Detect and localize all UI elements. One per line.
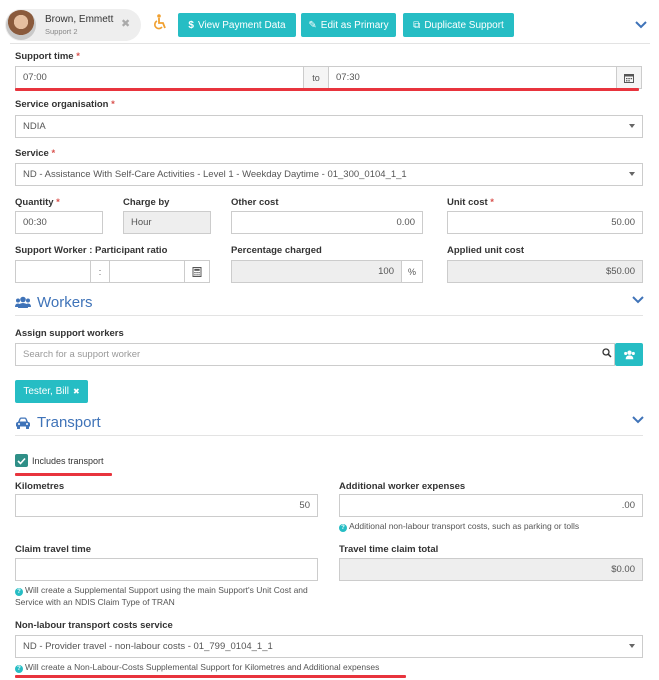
percentage-unit: % [401, 260, 423, 283]
nonlabour-hint: ? Will create a Non-Labour-Costs Suppleme… [15, 661, 379, 673]
includes-transport-label: Includes transport [32, 456, 104, 466]
transport-section-title: Transport [15, 414, 101, 431]
percentage-field: 100 [231, 260, 402, 283]
help-icon: ? [339, 524, 347, 532]
highlight-underline [15, 473, 112, 476]
unit-cost-label: Unit cost * [447, 197, 494, 208]
claim-travel-hint: ? Will create a Supplemental Support usin… [15, 585, 308, 607]
duplicate-support-button[interactable]: ⧉ Duplicate Support [403, 13, 514, 37]
users-icon [623, 350, 635, 359]
edit-as-primary-button[interactable]: ✎ Edit as Primary [301, 13, 396, 37]
remove-worker-icon[interactable]: ✖ [73, 387, 80, 396]
ratio-participant-input[interactable] [109, 260, 185, 283]
charge-by-field: Hour [123, 211, 211, 234]
nonlabour-label: Non-labour transport costs service [15, 620, 173, 631]
worker-tag[interactable]: Tester, Bill ✖ [15, 380, 88, 403]
help-icon: ? [15, 665, 23, 673]
calendar-button[interactable] [616, 66, 642, 89]
assign-workers-label: Assign support workers [15, 328, 124, 339]
search-icon[interactable] [602, 348, 612, 361]
applied-unit-cost-field: $50.00 [447, 260, 643, 283]
chevron-down-icon[interactable] [635, 21, 647, 29]
edit-icon: ✎ [308, 19, 317, 31]
transport-chevron-down-icon[interactable] [632, 416, 644, 424]
select-caret-icon [629, 124, 635, 128]
copy-icon: ⧉ [413, 19, 421, 31]
travel-total-label: Travel time claim total [339, 544, 439, 555]
nonlabour-select[interactable]: ND - Provider travel - non-labour costs … [15, 635, 643, 658]
select-caret-icon [629, 172, 635, 176]
service-select[interactable]: ND - Assistance With Self-Care Activitie… [15, 163, 643, 186]
help-icon: ? [15, 588, 23, 596]
other-cost-input[interactable]: 0.00 [231, 211, 423, 234]
support-time-from-input[interactable]: 07:00 [15, 66, 304, 89]
calculator-icon [192, 266, 202, 277]
percentage-label: Percentage charged [231, 245, 322, 256]
workers-section-title: Workers [15, 294, 93, 311]
additional-expenses-hint: ? Additional non-labour transport costs, … [339, 520, 579, 532]
worker-group-button[interactable] [615, 343, 643, 366]
remove-participant-icon[interactable]: ✖ [121, 17, 130, 30]
ratio-separator: : [90, 260, 110, 283]
participant-sub: Support 2 [45, 27, 78, 36]
additional-expenses-label: Additional worker expenses [339, 481, 466, 492]
additional-expenses-input[interactable]: .00 [339, 494, 643, 517]
claim-travel-label: Claim travel time [15, 544, 92, 555]
other-cost-label: Other cost [231, 197, 279, 208]
service-org-select[interactable]: NDIA [15, 115, 643, 138]
transport-divider [15, 435, 643, 436]
accessibility-icon [153, 14, 167, 33]
quantity-label: Quantity * [15, 197, 60, 208]
ratio-calculator-button[interactable] [184, 260, 210, 283]
highlight-underline [15, 88, 639, 91]
select-caret-icon [629, 644, 635, 648]
participant-chip[interactable]: Brown, Emmett Support 2 ✖ [5, 9, 141, 41]
kilometres-label: Kilometres [15, 481, 65, 492]
worker-search-input[interactable]: Search for a support worker [15, 343, 615, 366]
travel-total-field: $0.00 [339, 558, 643, 581]
unit-cost-input[interactable]: 50.00 [447, 211, 643, 234]
view-payment-data-button[interactable]: $ View Payment Data [178, 13, 296, 37]
car-icon [16, 417, 30, 429]
support-time-to-input[interactable]: 07:30 [328, 66, 617, 89]
calendar-icon [624, 73, 634, 83]
header-divider [10, 43, 650, 44]
applied-unit-cost-label: Applied unit cost [447, 245, 525, 256]
support-time-to-label: to [303, 66, 329, 89]
workers-chevron-down-icon[interactable] [632, 296, 644, 304]
dollar-icon: $ [188, 19, 194, 31]
users-icon [15, 296, 31, 308]
service-org-label: Service organisation * [15, 99, 115, 110]
avatar [6, 10, 36, 40]
kilometres-input[interactable]: 50 [15, 494, 318, 517]
claim-travel-input[interactable] [15, 558, 318, 581]
support-time-label: Support time * [15, 51, 80, 62]
includes-transport-checkbox[interactable] [15, 454, 28, 467]
charge-by-label: Charge by [123, 197, 170, 208]
ratio-label: Support Worker : Participant ratio [15, 245, 168, 256]
highlight-underline [15, 675, 406, 678]
workers-divider [15, 315, 643, 316]
ratio-worker-input[interactable] [15, 260, 91, 283]
quantity-input[interactable]: 00:30 [15, 211, 103, 234]
participant-name: Brown, Emmett [45, 14, 114, 25]
check-icon [17, 457, 26, 465]
service-label: Service * [15, 148, 56, 159]
